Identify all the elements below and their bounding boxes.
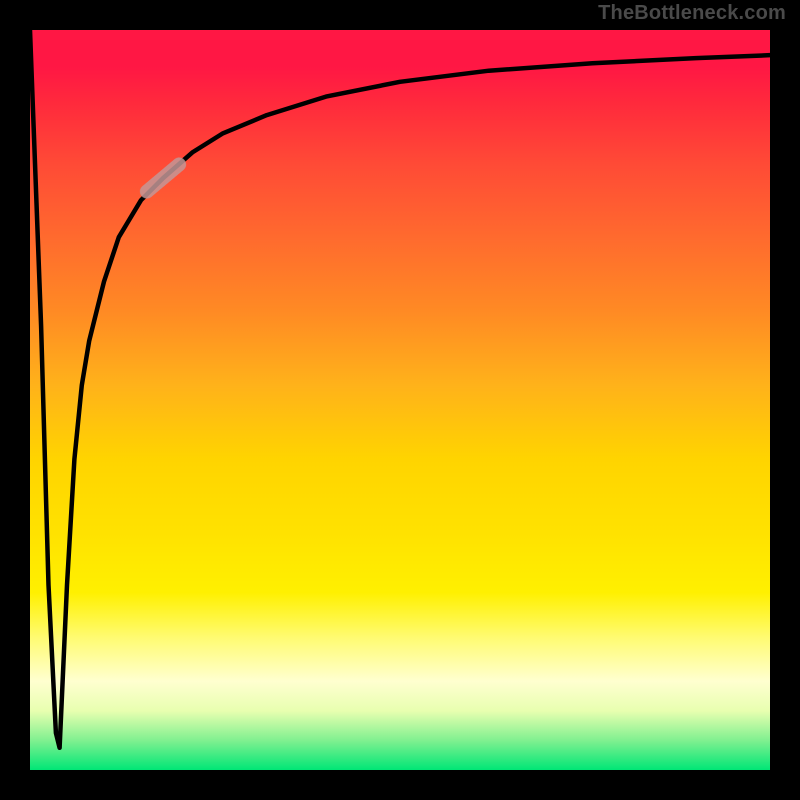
plot-area [30,30,770,770]
bottleneck-curve [30,30,770,770]
watermark-text: TheBottleneck.com [598,2,786,25]
curve-path [30,30,770,748]
chart-frame: TheBottleneck.com [0,0,800,800]
